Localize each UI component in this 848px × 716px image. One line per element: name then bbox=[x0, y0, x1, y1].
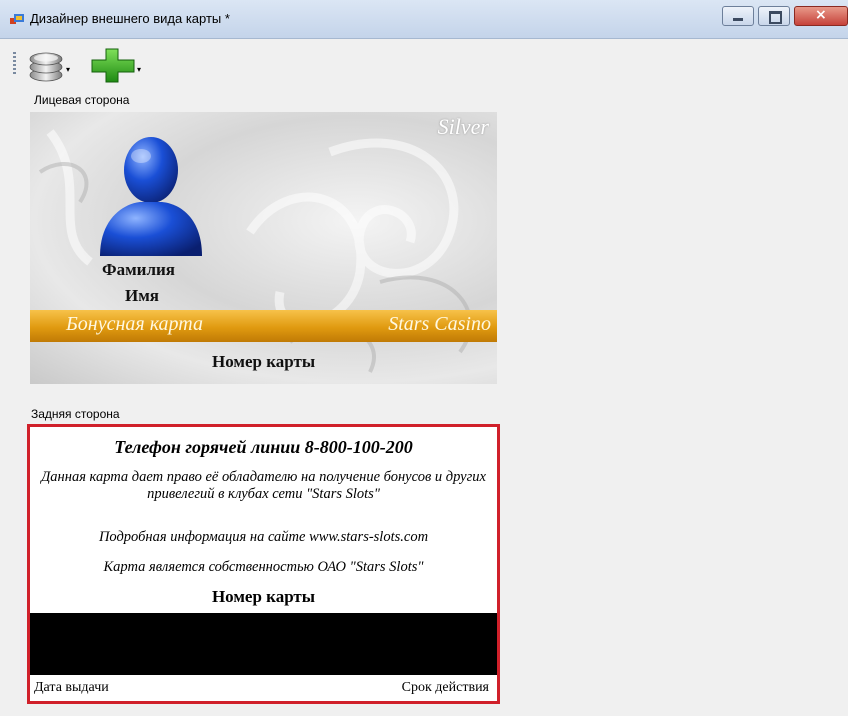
expiry-label: Срок действия bbox=[401, 680, 489, 695]
hotline-text: Телефон горячей линии 8-800-100-200 bbox=[114, 437, 413, 457]
maximize-button[interactable] bbox=[758, 6, 790, 26]
close-icon: × bbox=[815, 7, 827, 23]
back-card-number-label: Номер карты bbox=[211, 587, 316, 606]
back-side-label: Задняя сторона bbox=[31, 407, 120, 421]
card-back[interactable]: Телефон горячей линии 8-800-100-200 Данн… bbox=[27, 424, 500, 704]
card-number-label: Номер карты bbox=[212, 352, 316, 371]
property-text: Карта является собственностью ОАО "Stars… bbox=[103, 559, 424, 575]
close-button[interactable]: × bbox=[794, 6, 848, 26]
card-designer-window: Дизайнер внешнего вида карты * × ▾ ▾ Лиц… bbox=[0, 0, 848, 716]
toolbar-grip[interactable] bbox=[13, 52, 16, 76]
chevron-down-icon: ▾ bbox=[137, 65, 142, 74]
bonus-band: Бонусная карта Stars Casino bbox=[30, 310, 497, 342]
info-text: Подробная информация на сайте www.stars-… bbox=[98, 529, 429, 545]
name-label: Имя bbox=[125, 286, 159, 305]
plus-icon bbox=[91, 48, 135, 83]
maximize-icon bbox=[769, 11, 782, 24]
issue-date-label: Дата выдачи bbox=[34, 680, 109, 695]
database-icon bbox=[29, 52, 63, 82]
app-icon bbox=[10, 14, 24, 24]
title-bar[interactable]: Дизайнер внешнего вида карты * × bbox=[0, 0, 848, 39]
chevron-down-icon: ▾ bbox=[66, 65, 71, 74]
minimize-icon bbox=[733, 18, 743, 21]
front-side-label: Лицевая сторона bbox=[34, 93, 130, 107]
card-front[interactable]: Silver Фамилия Имя Бонусная карта Stars … bbox=[30, 112, 497, 384]
window-title: Дизайнер внешнего вида карты * bbox=[30, 11, 230, 26]
toolbar: ▾ ▾ bbox=[0, 39, 848, 89]
add-dropdown-button[interactable]: ▾ bbox=[90, 47, 146, 83]
minimize-button[interactable] bbox=[722, 6, 754, 26]
database-dropdown-button[interactable]: ▾ bbox=[28, 47, 72, 83]
card-description: Данная карта дает право её обладателю на… bbox=[41, 469, 486, 502]
card-tier-badge: Silver bbox=[437, 114, 489, 139]
bonus-card-label: Бонусная карта bbox=[66, 313, 203, 335]
user-avatar-icon bbox=[100, 137, 202, 256]
surname-label: Фамилия bbox=[102, 260, 176, 279]
magnetic-stripe bbox=[30, 613, 497, 675]
brand-label: Stars Casino bbox=[388, 313, 491, 335]
